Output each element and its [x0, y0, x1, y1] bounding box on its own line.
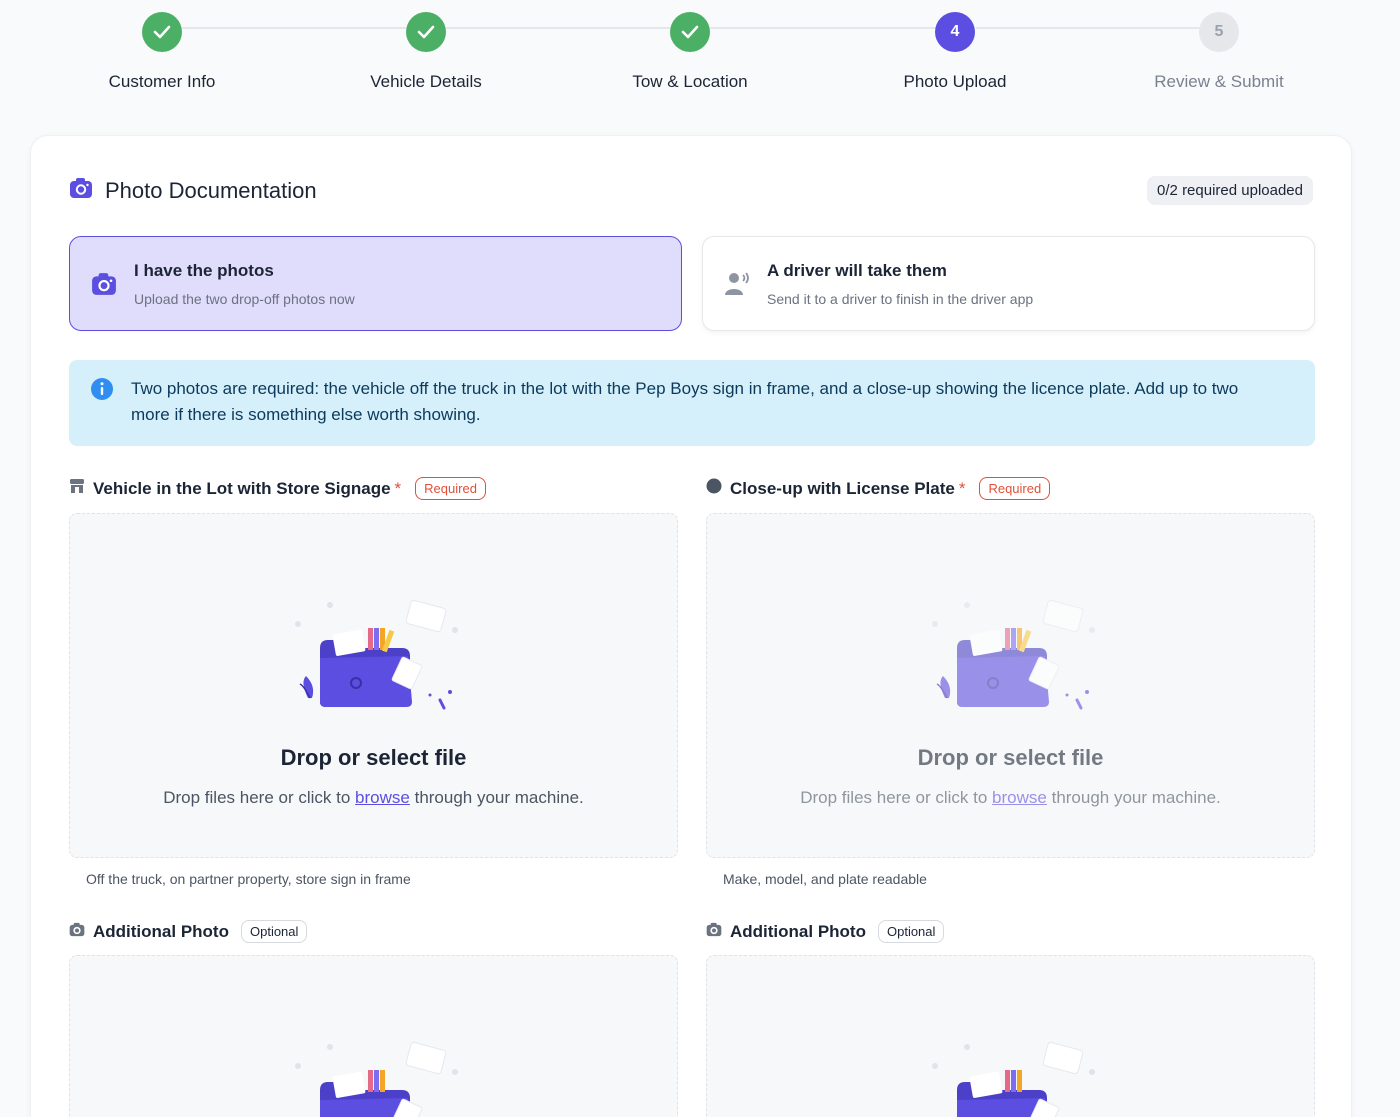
camera-icon [69, 922, 85, 942]
step-label: Tow & Location [632, 72, 748, 91]
upload-folder-illustration [932, 599, 1095, 710]
camera-icon [69, 177, 93, 204]
photo-documentation-card: Photo Documentation 0/2 required uploade… [30, 135, 1352, 1117]
upload-folder-illustration [295, 1041, 458, 1117]
browse-link[interactable]: browse [992, 788, 1047, 807]
field-label: Close-up with License Plate [730, 478, 955, 498]
option-subtitle: Upload the two drop-off photos now [134, 290, 355, 307]
field-header-additional-2: Additional Photo Optional [706, 920, 945, 943]
info-alert: Two photos are required: the vehicle off… [69, 360, 1315, 446]
required-mark: * [958, 478, 966, 498]
option-title: I have the photos [134, 260, 274, 280]
dropzone-title: Drop or select file [280, 745, 467, 770]
option-title: A driver will take them [767, 260, 947, 280]
check-icon [670, 12, 710, 52]
check-icon [406, 12, 446, 52]
stepper: Customer Info Vehicle Details Tow & Loca… [0, 0, 1400, 120]
step-label: Review & Submit [1154, 72, 1284, 91]
field-hint: Make, model, and plate readable [723, 871, 927, 887]
step-customer-info[interactable]: Customer Info [42, 12, 282, 92]
step-photo-upload[interactable]: 4 Photo Upload [835, 12, 1075, 92]
camera-icon [90, 270, 118, 298]
option-subtitle: Send it to a driver to finish in the dri… [767, 290, 1034, 307]
check-icon [142, 12, 182, 52]
page-title: Photo Documentation [105, 177, 317, 203]
upload-count-badge: 0/2 required uploaded [1147, 176, 1313, 205]
field-header-additional-1: Additional Photo Optional [69, 920, 308, 943]
step-number: 4 [935, 12, 975, 52]
dropzone-additional-1[interactable] [69, 955, 678, 1117]
card-header: Photo Documentation [69, 177, 317, 204]
step-tow-location[interactable]: Tow & Location [570, 12, 810, 92]
optional-badge: Optional [877, 920, 945, 943]
field-header-license-plate: Close-up with License Plate * Required [706, 477, 1051, 500]
field-header-vehicle-lot: Vehicle in the Lot with Store Signage * … [69, 477, 486, 500]
field-label: Additional Photo [93, 921, 229, 941]
step-label: Customer Info [108, 72, 216, 91]
upload-folder-illustration [295, 599, 458, 710]
upload-folder-illustration [932, 1041, 1095, 1117]
step-label: Photo Upload [903, 72, 1007, 91]
store-icon [69, 478, 85, 499]
required-badge: Required [415, 477, 486, 500]
browse-link[interactable]: browse [355, 788, 410, 807]
required-badge: Required [979, 477, 1051, 500]
magnifier-icon [706, 478, 722, 499]
option-driver-takes[interactable]: A driver will take them Send it to a dri… [702, 236, 1315, 331]
field-label: Additional Photo [730, 921, 866, 941]
dropzone-vehicle-lot[interactable]: Drop or select file Drop files here or c… [69, 513, 678, 858]
step-vehicle-details[interactable]: Vehicle Details [306, 12, 546, 92]
info-text: Two photos are required: the vehicle off… [131, 379, 1239, 424]
camera-icon [706, 922, 722, 942]
field-label: Vehicle in the Lot with Store Signage [93, 478, 391, 498]
step-label: Vehicle Details [370, 72, 482, 91]
option-have-photos[interactable]: I have the photos Upload the two drop-of… [69, 236, 682, 331]
field-hint: Off the truck, on partner property, stor… [86, 871, 411, 887]
step-number: 5 [1199, 12, 1239, 52]
dropzone-title: Drop or select file [917, 745, 1104, 770]
dropzone-subtitle: Drop files here or click to browse throu… [163, 788, 584, 807]
dropzone-license-plate[interactable]: Drop or select file Drop files here or c… [706, 513, 1315, 858]
step-review-submit[interactable]: 5 Review & Submit [1099, 12, 1339, 92]
info-icon [90, 377, 114, 409]
optional-badge: Optional [240, 920, 308, 943]
dropzone-subtitle: Drop files here or click to browse throu… [800, 788, 1221, 807]
required-mark: * [394, 478, 402, 498]
dropzone-additional-2[interactable] [706, 955, 1315, 1117]
driver-icon [723, 270, 751, 298]
